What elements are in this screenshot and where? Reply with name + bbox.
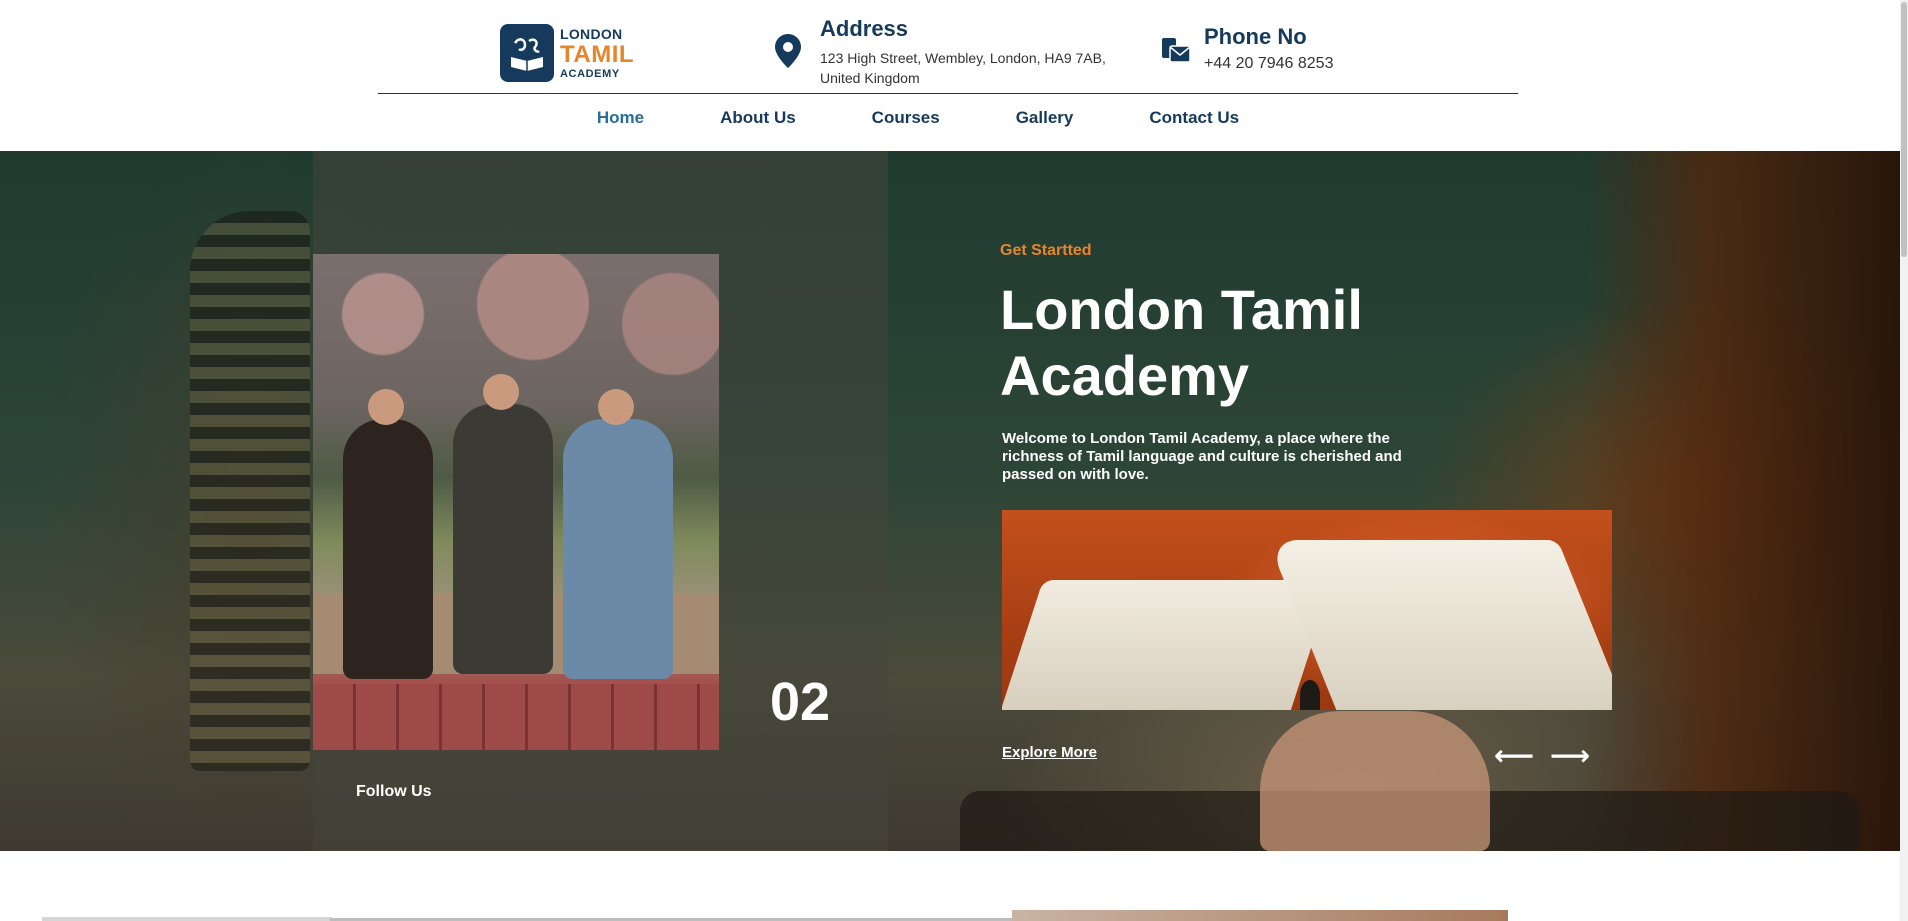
photo-student-2	[453, 404, 553, 674]
photo-face-2	[483, 374, 519, 410]
phone-title: Phone No	[1204, 24, 1307, 49]
logo[interactable]: LONDON TAMIL ACADEMY	[500, 24, 634, 82]
header-divider	[378, 93, 1518, 94]
nav-about-us[interactable]: About Us	[720, 108, 796, 128]
arrow-left-icon[interactable]: ⟵	[1494, 739, 1534, 772]
students-photo	[313, 254, 719, 750]
nav-home[interactable]: Home	[597, 108, 644, 128]
photo-face-3	[598, 389, 634, 425]
location-pin-icon	[775, 34, 805, 70]
nav-gallery[interactable]: Gallery	[1016, 108, 1074, 128]
photo-face-1	[368, 389, 404, 425]
next-section-image-right	[1012, 910, 1508, 921]
hero-slider: 02 Follow Us Get Startted London Tamil A…	[0, 151, 1900, 851]
hero-background-shadow	[1580, 151, 1900, 851]
photo-student-1	[343, 419, 433, 679]
photo-student-3	[563, 419, 673, 679]
phone-number[interactable]: +44 20 7946 8253	[1204, 54, 1494, 74]
site-header: LONDON TAMIL ACADEMY Address 123 High St…	[0, 0, 1908, 151]
logo-line-3: ACADEMY	[560, 67, 620, 80]
hero-title: London Tamil Academy	[1000, 278, 1363, 407]
address-title: Address	[820, 16, 909, 41]
open-book-image	[1002, 510, 1612, 710]
book-left-pages	[1002, 580, 1334, 710]
follow-us-label: Follow Us	[356, 783, 432, 800]
next-section-image-left	[42, 917, 332, 921]
hero-background-figure	[190, 211, 310, 771]
logo-line-2: TAMIL	[560, 40, 635, 68]
hero-background-hand	[1260, 711, 1490, 851]
page-scrollbar[interactable]	[1900, 0, 1908, 921]
address-block: Address 123 High Street, Wembley, London…	[775, 16, 1110, 88]
logo-line-1: LONDON	[560, 25, 623, 42]
main-nav: Home About Us Courses Gallery Contact Us	[0, 108, 1908, 128]
scrollbar-thumb[interactable]	[1901, 2, 1907, 257]
address-text: 123 High Street, Wembley, London, HA9 7A…	[820, 50, 1106, 86]
slide-counter: 02	[770, 672, 831, 732]
book-right-pages	[1267, 540, 1612, 710]
logo-text: LONDON TAMIL ACADEMY	[560, 27, 634, 80]
nav-contact-us[interactable]: Contact Us	[1149, 108, 1239, 128]
arrow-right-icon[interactable]: ⟶	[1550, 739, 1590, 772]
logo-book-icon	[500, 24, 554, 82]
phone-envelope-icon	[1160, 36, 1191, 72]
hero-eyebrow: Get Startted	[1000, 242, 1092, 259]
nav-courses[interactable]: Courses	[872, 108, 940, 128]
explore-more-link[interactable]: Explore More	[1002, 744, 1097, 761]
phone-block: Phone No +44 20 7946 8253	[1160, 24, 1494, 74]
hero-description: Welcome to London Tamil Academy, a place…	[1002, 430, 1402, 483]
book-spine	[1300, 680, 1320, 710]
photo-bricks	[313, 684, 719, 750]
